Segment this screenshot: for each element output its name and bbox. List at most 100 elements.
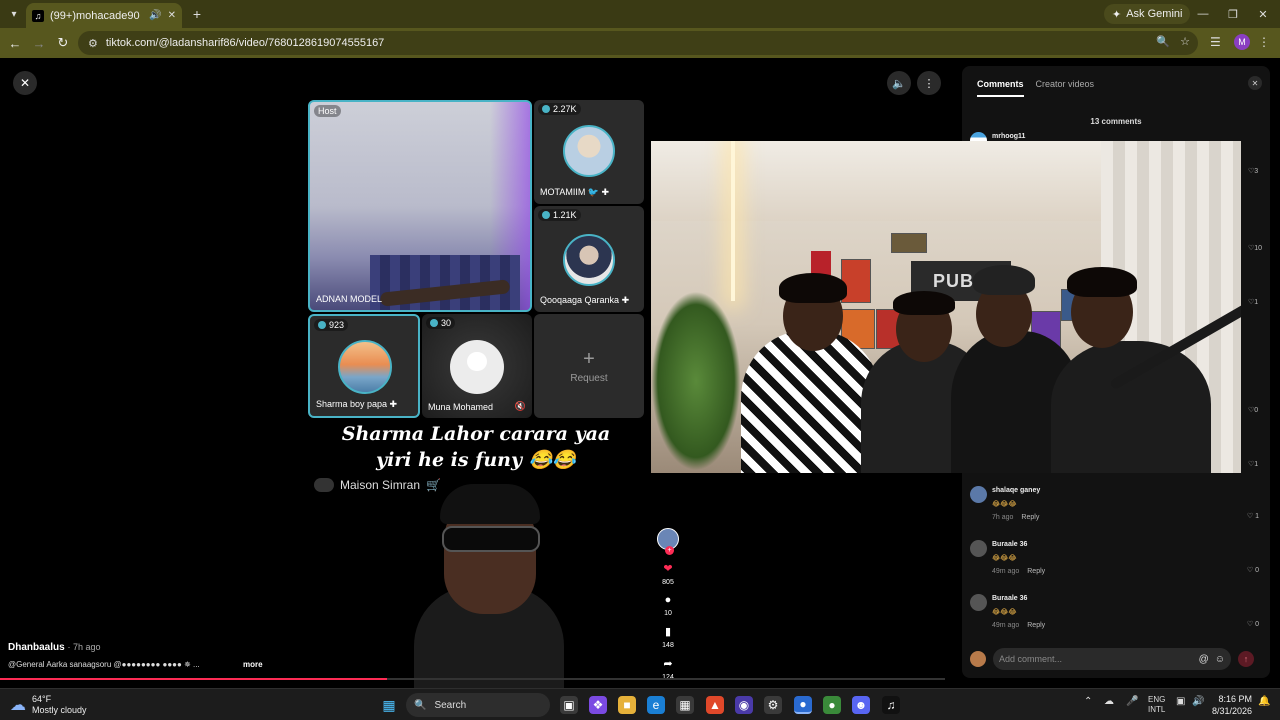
creator-avatar[interactable]: +	[657, 528, 679, 555]
close-window-icon[interactable]: ✕	[1248, 4, 1278, 24]
avatar[interactable]	[970, 594, 987, 611]
windows-start-icon[interactable]: ▦	[380, 696, 398, 714]
language-indicator[interactable]: ENG INTL	[1148, 695, 1165, 715]
tab-comments[interactable]: Comments	[977, 79, 1024, 97]
comment-like[interactable]: ♡ 0	[1247, 620, 1259, 628]
comment-user[interactable]: mrhoog11	[992, 133, 1025, 140]
tiktok-icon[interactable]: ♫	[882, 696, 900, 714]
copilot-icon[interactable]: ❖	[589, 696, 607, 714]
pip-video-overlay[interactable]: PUBG	[651, 141, 1241, 473]
tab-title: (99+)mohacade90 (@moh	[50, 9, 143, 22]
address-bar[interactable]: ⚙ tiktok.com/@ladansharif86/video/768012…	[78, 31, 1198, 55]
like-button[interactable]: ❤ 805	[662, 562, 674, 586]
bookmark-star-icon[interactable]: ☆	[1180, 35, 1190, 48]
video-progress-bar[interactable]	[0, 678, 945, 680]
comment-icon: ●	[664, 594, 672, 606]
comment-like[interactable]: ♡ 0	[1247, 566, 1259, 574]
back-icon[interactable]: ←	[6, 34, 24, 52]
live-tile-guest[interactable]: 2.27K MOTAMIIM 🐦 ✚	[534, 100, 644, 204]
microphone-icon[interactable]: 🎤	[1126, 696, 1138, 707]
chrome-alt-icon[interactable]: ●	[823, 696, 841, 714]
file-explorer-icon[interactable]: ■	[618, 696, 636, 714]
comment-like[interactable]: ♡3	[1248, 167, 1258, 175]
taskbar-search[interactable]: 🔍 Search	[406, 693, 550, 717]
clock[interactable]: 8:16 PM 8/31/2026	[1210, 693, 1252, 717]
person	[1051, 341, 1211, 473]
save-button[interactable]: ▮ 148	[662, 625, 674, 649]
comment-user[interactable]: Buraale 36	[992, 541, 1027, 548]
reply-link[interactable]: Reply	[1027, 568, 1045, 575]
live-tile-host[interactable]: Host ADNAN MODEL	[308, 100, 532, 312]
minimize-icon[interactable]: —	[1188, 4, 1218, 24]
reply-link[interactable]: Reply	[1027, 622, 1045, 629]
live-tile-guest[interactable]: 1.21K Qooqaaga Qaranka ✚	[534, 206, 644, 312]
restore-icon[interactable]: ❐	[1218, 4, 1248, 24]
site-info-icon[interactable]: ⚙	[88, 37, 98, 50]
avatar	[338, 340, 392, 394]
more-options-icon[interactable]: ⋮	[917, 71, 941, 95]
comment-like[interactable]: ♡1	[1248, 460, 1258, 468]
follow-plus-icon[interactable]: +	[665, 546, 674, 555]
mention-icon[interactable]: @	[1199, 654, 1209, 665]
reading-list-icon[interactable]: ☰	[1210, 35, 1221, 49]
temperature: 64°F	[32, 694, 52, 704]
reply-link[interactable]: Reply	[1021, 514, 1039, 521]
live-tile-guest[interactable]: 923 Sharma boy papa ✚	[308, 314, 420, 418]
weather-widget[interactable]: ☁ 64°F Mostly cloudy	[10, 694, 87, 716]
comment-like[interactable]: ♡1	[1248, 298, 1258, 306]
browser-tab[interactable]: ♫ (99+)mohacade90 (@moh 🔊 ✕	[26, 3, 182, 28]
comment-like[interactable]: ♡0	[1248, 406, 1258, 414]
discord-icon[interactable]: ☻	[852, 696, 870, 714]
emoji-icon[interactable]: ☺	[1215, 654, 1225, 665]
search-icon: 🔍	[414, 699, 427, 711]
more-link[interactable]: more	[243, 660, 263, 669]
forward-icon[interactable]: →	[30, 34, 48, 52]
video-description: Dhanbaalus · 7h ago @General Aarka sanaa…	[8, 642, 308, 669]
comment-like[interactable]: ♡10	[1248, 244, 1262, 252]
default-avatar-icon	[450, 340, 504, 394]
avatar[interactable]	[970, 540, 987, 557]
request-tile[interactable]: + Request	[534, 314, 644, 418]
comment-input[interactable]: Add comment... @ ☺	[993, 648, 1231, 670]
host-badge: Host	[314, 105, 341, 117]
ask-gemini-button[interactable]: ✦ Ask Gemini	[1104, 4, 1191, 24]
tile-name: MOTAMIIM 🐦 ✚	[540, 187, 610, 197]
onedrive-icon[interactable]: ☁	[1104, 696, 1114, 707]
author-line[interactable]: Dhanbaalus · 7h ago	[8, 642, 308, 653]
close-tab-icon[interactable]: ✕	[168, 10, 176, 21]
comment-button[interactable]: ● 10	[664, 594, 672, 617]
person	[741, 331, 881, 473]
chrome-icon[interactable]: ●	[794, 696, 812, 714]
volume-tray-icon[interactable]: 🔊	[1192, 696, 1204, 707]
zoom-icon[interactable]: 🔍	[1156, 35, 1170, 48]
settings-gear-icon[interactable]: ⚙	[764, 696, 782, 714]
network-icon[interactable]: ▣	[1176, 696, 1185, 707]
send-icon[interactable]: ↑	[1238, 651, 1254, 667]
tab-creator-videos[interactable]: Creator videos	[1036, 79, 1095, 97]
wall-poster	[891, 233, 927, 253]
notification-icon[interactable]: 🔔	[1258, 696, 1270, 707]
close-icon[interactable]: ✕	[13, 71, 37, 95]
edge-icon[interactable]: e	[647, 696, 665, 714]
app-icon[interactable]: ◉	[735, 696, 753, 714]
comment-like[interactable]: ♡ 1	[1247, 512, 1259, 520]
volume-icon[interactable]: 🔈	[887, 71, 911, 95]
comment-user[interactable]: Buraale 36	[992, 595, 1027, 602]
comment-meta: 49m ago Reply	[992, 568, 1046, 575]
live-tile-guest[interactable]: 30 Muna Mohamed 🔇	[422, 314, 532, 418]
chevron-up-icon[interactable]: ⌃	[1084, 696, 1092, 707]
comment-user[interactable]: shalaqe ganey	[992, 487, 1040, 494]
new-tab-button[interactable]: +	[188, 5, 206, 23]
reload-icon[interactable]: ↻	[54, 34, 72, 52]
menu-kebab-icon[interactable]: ⋮	[1258, 35, 1270, 49]
task-view-icon[interactable]: ▣	[560, 696, 578, 714]
store-icon[interactable]: ▦	[676, 696, 694, 714]
profile-avatar[interactable]: M	[1234, 34, 1250, 50]
caption-line-2: yiri he is funy 😂😂	[376, 449, 576, 471]
close-panel-icon[interactable]: ✕	[1248, 76, 1262, 90]
avatar[interactable]	[970, 486, 987, 503]
request-label: Request	[570, 373, 608, 384]
brave-icon[interactable]: ▲	[706, 696, 724, 714]
speaker-icon[interactable]: 🔊	[149, 10, 161, 21]
tab-search-icon[interactable]: ▾	[4, 4, 24, 24]
